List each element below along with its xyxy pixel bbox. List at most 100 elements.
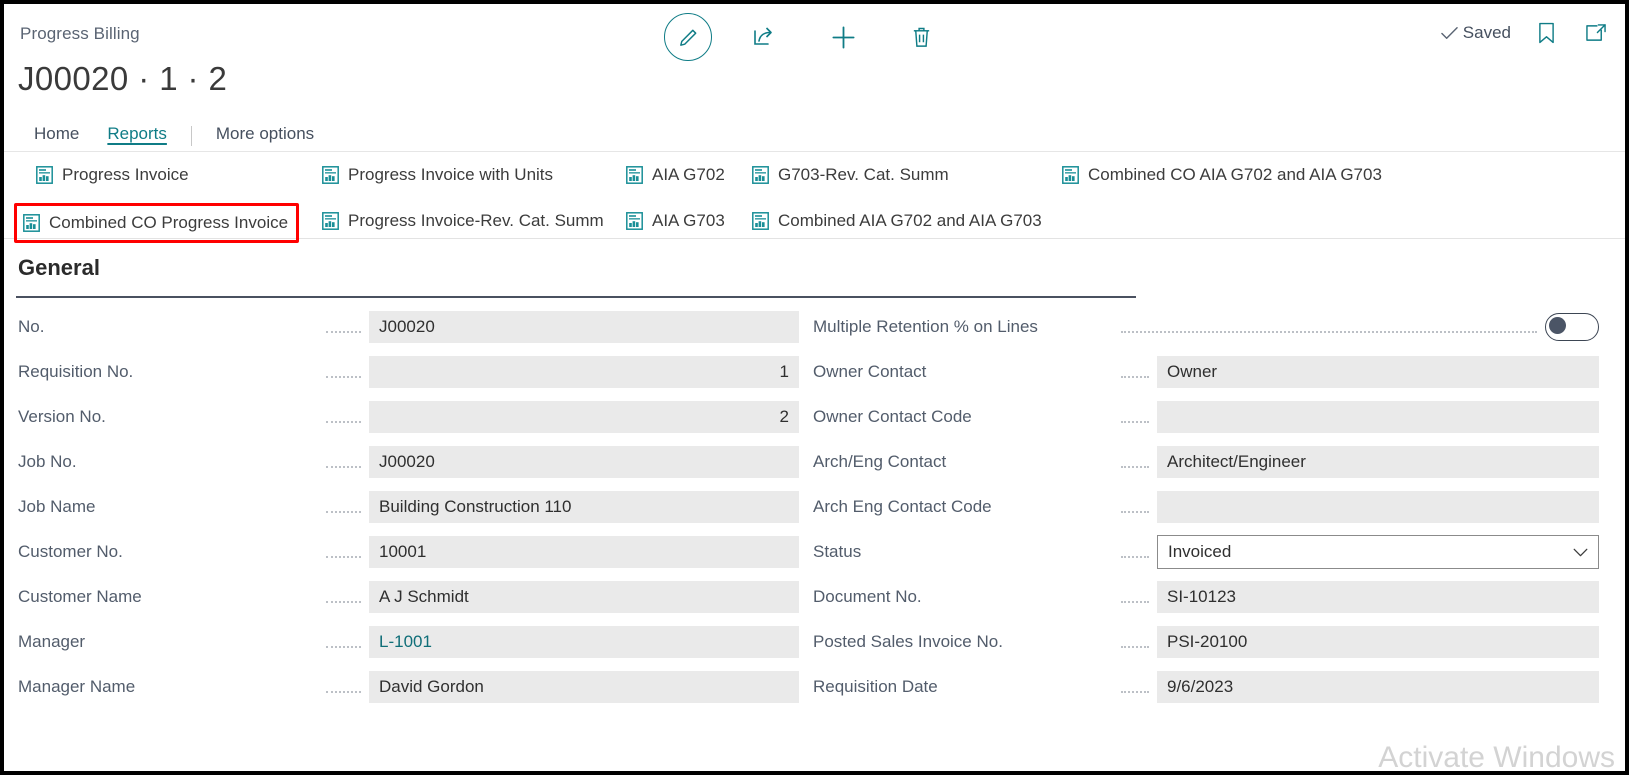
field-input[interactable]: Architect/Engineer: [1157, 446, 1599, 478]
report-icon: [322, 212, 339, 230]
form-field-row: Owner Contact Owner: [813, 356, 1599, 388]
report-action-item[interactable]: AIA G703: [622, 206, 729, 236]
field-leader-dots: [1121, 497, 1149, 513]
report-icon: [626, 212, 643, 230]
field-leader-dots: [326, 452, 361, 468]
field-label: Document No.: [813, 587, 922, 606]
form-field-row: Multiple Retention % on Lines: [813, 311, 1599, 343]
status-select[interactable]: Invoiced: [1157, 535, 1599, 569]
form-field-row: Customer No. 10001: [18, 536, 799, 568]
report-action-item[interactable]: Combined AIA G702 and AIA G703: [748, 206, 1046, 236]
form-field-row: Document No. SI-10123: [813, 581, 1599, 613]
field-input[interactable]: [1157, 401, 1599, 433]
bookmark-button[interactable]: [1531, 18, 1561, 48]
field-input[interactable]: [1157, 491, 1599, 523]
field-leader-dots: [1121, 677, 1149, 693]
form-field-row: Arch Eng Contact Code: [813, 491, 1599, 523]
tab-reports[interactable]: Reports: [93, 124, 181, 151]
field-label: Requisition No.: [18, 362, 134, 381]
field-input[interactable]: Owner: [1157, 356, 1599, 388]
chevron-down-icon: [1573, 548, 1588, 556]
toggle-knob: [1549, 317, 1566, 334]
field-leader-dots: [326, 587, 361, 603]
multiple-retention-toggle[interactable]: [1545, 313, 1599, 341]
form-field-row: Job Name Building Construction 110: [18, 491, 799, 523]
edit-pencil-button[interactable]: [664, 13, 712, 61]
report-icon: [36, 166, 53, 184]
report-action-label: Progress Invoice with Units: [348, 165, 554, 184]
general-left-column: No. J00020 Requisition No. 1 Version No. 2 Job…: [4, 311, 799, 716]
form-field-row: Requisition Date 9/6/2023: [813, 671, 1599, 703]
field-leader-dots: [326, 497, 361, 513]
general-right-column: Multiple Retention % on Lines Owner Conta…: [799, 311, 1599, 716]
report-action-label: Combined CO Progress Invoice: [49, 213, 289, 232]
report-action-label: Combined CO AIA G702 and AIA G703: [1088, 165, 1382, 184]
field-input[interactable]: 9/6/2023: [1157, 671, 1599, 703]
field-leader-dots: [326, 317, 361, 333]
saved-status: Saved: [1441, 23, 1511, 43]
form-field-row: Job No. J00020: [18, 446, 799, 478]
field-input[interactable]: Building Construction 110: [369, 491, 799, 523]
field-input[interactable]: 2: [369, 401, 799, 433]
field-input[interactable]: PSI-20100: [1157, 626, 1599, 658]
field-input[interactable]: A J Schmidt: [369, 581, 799, 613]
form-field-row: Owner Contact Code: [813, 401, 1599, 433]
field-input[interactable]: J00020: [369, 311, 799, 343]
top-bar: Progress Billing J00020 · 1 · 2 Saved: [4, 4, 1625, 114]
form-field-row: Posted Sales Invoice No. PSI-20100: [813, 626, 1599, 658]
open-in-new-window-button[interactable]: [1581, 18, 1611, 48]
report-icon: [752, 166, 769, 184]
report-action-item[interactable]: Combined CO AIA G702 and AIA G703: [1058, 160, 1386, 190]
field-label: Customer Name: [18, 587, 142, 606]
field-leader-dots: [1121, 452, 1149, 468]
field-label: No.: [18, 317, 45, 336]
report-action-item[interactable]: Progress Invoice-Rev. Cat. Summ: [318, 206, 608, 236]
new-button[interactable]: [818, 12, 868, 62]
field-input[interactable]: L-1001: [369, 626, 799, 658]
form-field-row: Version No. 2: [18, 401, 799, 433]
field-label: Requisition Date: [813, 677, 938, 696]
report-action-item[interactable]: AIA G702: [622, 160, 729, 190]
report-icon: [1062, 166, 1079, 184]
report-icon: [752, 212, 769, 230]
field-label: Manager Name: [18, 677, 136, 696]
tab-home[interactable]: Home: [20, 124, 93, 151]
report-icon: [322, 166, 339, 184]
report-action-label: G703-Rev. Cat. Summ: [778, 165, 949, 184]
share-button[interactable]: [740, 12, 790, 62]
report-action-item[interactable]: Progress Invoice: [32, 160, 193, 190]
bookmark-icon: [1538, 22, 1554, 44]
center-action-toolbar: [664, 12, 946, 62]
field-leader-dots: [326, 362, 361, 378]
field-label: Arch/Eng Contact: [813, 452, 947, 471]
field-label: Customer No.: [18, 542, 123, 561]
status-select-value: Invoiced: [1168, 542, 1232, 561]
saved-label: Saved: [1462, 23, 1511, 42]
open-in-new-window-icon: [1586, 24, 1606, 41]
field-label: Posted Sales Invoice No.: [813, 632, 1003, 651]
report-icon: [626, 166, 643, 184]
field-input[interactable]: David Gordon: [369, 671, 799, 703]
field-input[interactable]: SI-10123: [1157, 581, 1599, 613]
delete-button[interactable]: [896, 12, 946, 62]
report-actions-group: Progress Invoice Progress Invoice with Un…: [4, 152, 1625, 243]
activate-windows-watermark: Activate Windows: [1378, 741, 1615, 774]
form-field-row: Requisition No. 1: [18, 356, 799, 388]
form-field-row: Arch/Eng Contact Architect/Engineer: [813, 446, 1599, 478]
right-action-toolbar: Saved: [1441, 18, 1611, 48]
field-input[interactable]: 1: [369, 356, 799, 388]
report-action-label: Combined AIA G702 and AIA G703: [778, 211, 1042, 230]
report-action-label: Progress Invoice: [62, 165, 189, 184]
field-leader-dots: [326, 677, 361, 693]
general-heading: General: [18, 255, 100, 280]
field-label: Job No.: [18, 452, 77, 471]
report-action-item[interactable]: Progress Invoice with Units: [318, 160, 557, 190]
page-title: J00020 · 1 · 2: [18, 60, 228, 97]
report-action-item[interactable]: G703-Rev. Cat. Summ: [748, 160, 953, 190]
tab-more-options[interactable]: More options: [202, 124, 328, 151]
field-input[interactable]: 10001: [369, 536, 799, 568]
report-action-item[interactable]: Combined CO Progress Invoice: [14, 203, 300, 243]
field-input[interactable]: J00020: [369, 446, 799, 478]
field-label: Version No.: [18, 407, 106, 426]
form-field-row: Status Invoiced: [813, 535, 1599, 569]
